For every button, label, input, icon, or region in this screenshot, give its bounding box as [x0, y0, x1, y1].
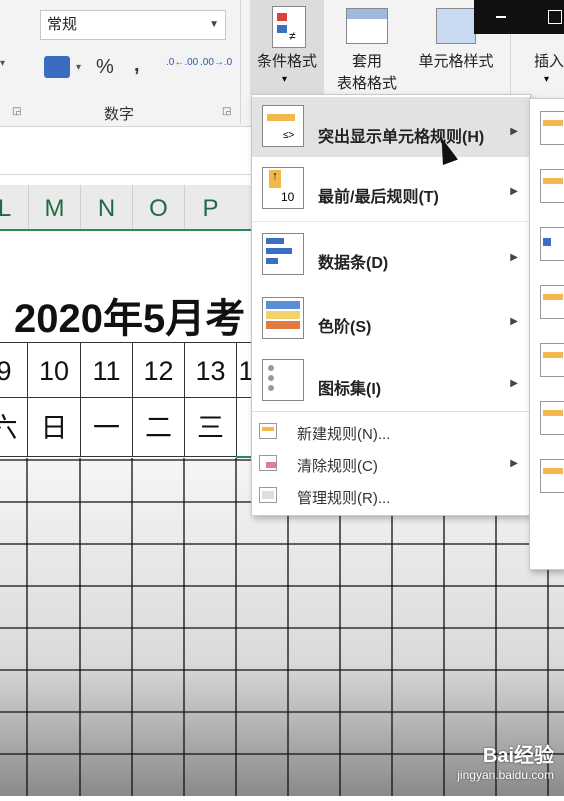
menu-item-new-rule[interactable]: 新建规则(N)...: [252, 417, 530, 449]
maximize-icon[interactable]: [548, 10, 562, 24]
cell-style-label: 单元格样式: [418, 53, 494, 70]
new-rule-icon: [259, 423, 277, 439]
menu-item-icon-sets[interactable]: 图标集(I) ▶: [252, 351, 530, 411]
menu-item-label: 新建规则(N)...: [297, 426, 391, 443]
menu-item-highlight-rules[interactable]: ≤> 突出显示单元格规则(H) ▶: [252, 97, 530, 165]
column-header-row: L M N O P: [0, 185, 260, 231]
day-number-cell[interactable]: 9: [0, 342, 28, 398]
accounting-format-icon[interactable]: [44, 56, 70, 78]
column-header[interactable]: L: [0, 185, 24, 229]
column-header[interactable]: P: [184, 185, 236, 229]
menu-item-label: 色阶(S): [318, 319, 372, 336]
format-as-table-button[interactable]: 套用 表格格式: [328, 0, 406, 94]
clear-rules-icon: [259, 455, 277, 471]
watermark-url: jingyan.baidu.com: [457, 768, 554, 782]
day-number-cell[interactable]: 11: [80, 342, 133, 398]
dialog-launcher-icon[interactable]: ◲: [12, 106, 21, 117]
menu-item-label: 突出显示单元格规则(H): [318, 129, 485, 146]
submenu-arrow-icon: ▶: [510, 186, 518, 197]
menu-item-data-bars[interactable]: 数据条(D) ▶: [252, 225, 530, 285]
text-contains-rule-icon[interactable]: [540, 343, 564, 377]
menu-item-label: 清除规则(C): [297, 458, 378, 475]
menu-item-label: 图标集(I): [318, 381, 382, 398]
between-rule-icon[interactable]: [540, 227, 564, 261]
submenu-arrow-icon: ▶: [510, 316, 518, 327]
highlight-rules-submenu: [529, 98, 564, 570]
watermark-brand: Bai经验: [482, 745, 554, 767]
decrease-decimal-button[interactable]: .00→.0: [200, 58, 232, 68]
window-controls: [474, 0, 564, 34]
color-scales-icon: [262, 297, 304, 339]
number-group-label: 数字: [104, 106, 135, 123]
submenu-arrow-icon: ▶: [510, 252, 518, 263]
weekday-cell[interactable]: 日: [27, 397, 81, 457]
menu-item-manage-rules[interactable]: 管理规则(R)...: [252, 481, 530, 513]
date-occurring-rule-icon[interactable]: [540, 401, 564, 435]
weekday-cell[interactable]: 二: [132, 397, 185, 457]
submenu-arrow-icon: ▶: [510, 378, 518, 389]
menu-item-label: 数据条(D): [318, 255, 389, 272]
conditional-format-icon: ≠: [272, 6, 306, 48]
minimize-icon[interactable]: [496, 16, 506, 18]
less-than-rule-icon[interactable]: [540, 169, 564, 203]
comma-style-button[interactable]: ,: [134, 54, 140, 77]
cell-selection-edge: [236, 398, 252, 458]
submenu-arrow-icon: ▶: [510, 458, 518, 469]
menu-item-color-scales[interactable]: 色阶(S) ▶: [252, 289, 530, 349]
manage-rules-icon: [259, 487, 277, 503]
day-number-cell[interactable]: 10: [27, 342, 81, 398]
watermark: Bai经验 jingyan.baidu.com: [457, 739, 554, 782]
column-header[interactable]: O: [132, 185, 184, 229]
table-format-label-2: 表格格式: [336, 75, 397, 92]
chevron-down-icon: ▾: [282, 74, 288, 85]
menu-separator: [252, 411, 530, 412]
group-separator: [240, 0, 241, 124]
weekday-cell[interactable]: 三: [184, 397, 237, 457]
top-bottom-rules-icon: ↑ 10: [262, 167, 304, 209]
day-number-cell[interactable]: 13: [184, 342, 237, 398]
weekday-cell[interactable]: 一: [80, 397, 133, 457]
highlight-rules-icon: ≤>: [262, 105, 304, 147]
icon-sets-icon: [262, 359, 304, 401]
greater-than-rule-icon[interactable]: [540, 111, 564, 145]
equal-to-rule-icon[interactable]: [540, 285, 564, 319]
conditional-format-menu: ≤> 突出显示单元格规则(H) ▶ ↑ 10 最前/最后规则(T) ▶ 数据条(…: [251, 94, 531, 516]
menu-item-top-bottom-rules[interactable]: ↑ 10 最前/最后规则(T) ▶: [252, 159, 530, 219]
insert-label[interactable]: 插入: [534, 50, 564, 71]
number-format-value: 常规: [47, 16, 78, 33]
table-format-icon: [346, 8, 388, 44]
column-header[interactable]: N: [80, 185, 132, 229]
percent-style-button[interactable]: %: [96, 56, 114, 79]
column-header[interactable]: M: [28, 185, 80, 229]
weekday-cell[interactable]: 六: [0, 397, 28, 457]
chevron-down-icon[interactable]: ▾: [0, 58, 5, 69]
cell-styles-icon: [436, 8, 476, 44]
conditional-format-button[interactable]: ≠ 条件格式 ▾: [250, 0, 324, 94]
menu-item-label: 最前/最后规则(T): [318, 189, 439, 206]
menu-item-label: 管理规则(R)...: [297, 490, 391, 507]
day-number-cell[interactable]: 12: [132, 342, 185, 398]
chevron-down-icon[interactable]: ▾: [544, 74, 549, 85]
data-bars-icon: [262, 233, 304, 275]
increase-decimal-button[interactable]: .0←.00: [166, 58, 198, 68]
formula-bar[interactable]: [0, 134, 260, 175]
chevron-down-icon[interactable]: ▼: [209, 11, 219, 39]
menu-item-clear-rules[interactable]: 清除规则(C) ▶: [252, 449, 530, 481]
number-format-dropdown[interactable]: 常规 ▼: [40, 10, 226, 40]
submenu-arrow-icon: ▶: [510, 126, 518, 137]
conditional-format-label: 条件格式: [256, 53, 317, 70]
menu-separator: [252, 221, 530, 222]
duplicate-values-rule-icon[interactable]: [540, 459, 564, 493]
sheet-title: 2020年5月考: [14, 297, 246, 341]
table-format-label-1: 套用: [351, 53, 382, 70]
dialog-launcher-icon[interactable]: ◲: [222, 106, 231, 117]
chevron-down-icon[interactable]: ▾: [76, 62, 81, 73]
